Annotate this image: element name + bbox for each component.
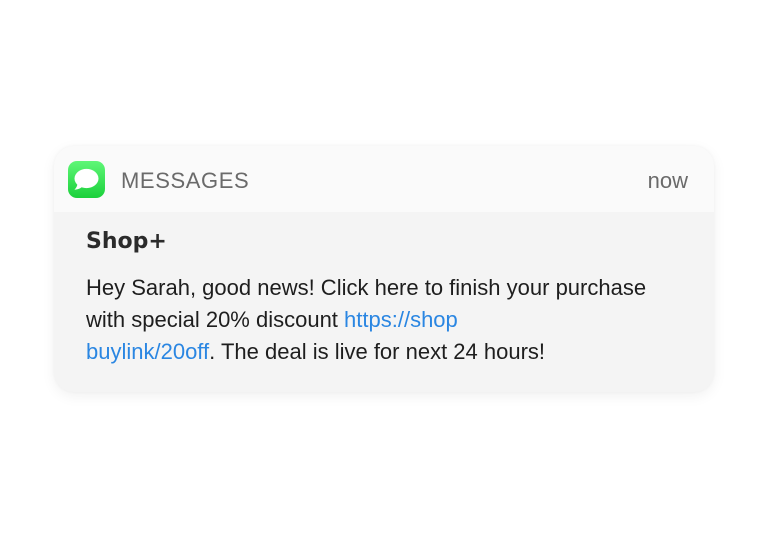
discount-link-part2[interactable]: buylink/20off (86, 339, 209, 364)
notification-header: MESSAGES now (54, 146, 714, 212)
discount-link-part1[interactable]: https://shop (344, 307, 458, 332)
speech-bubble-icon (74, 168, 99, 190)
message-notification[interactable]: MESSAGES now Shop+ Hey Sarah, good news!… (54, 146, 714, 392)
sender-name: Shop+ (86, 229, 167, 254)
message-body: Hey Sarah, good news! Click here to fini… (86, 272, 676, 368)
message-text-after-link: . The deal is live for next 24 hours! (209, 339, 546, 364)
app-name: MESSAGES (121, 168, 250, 193)
notification-time: now (647, 168, 688, 193)
messages-app-icon (68, 161, 105, 198)
